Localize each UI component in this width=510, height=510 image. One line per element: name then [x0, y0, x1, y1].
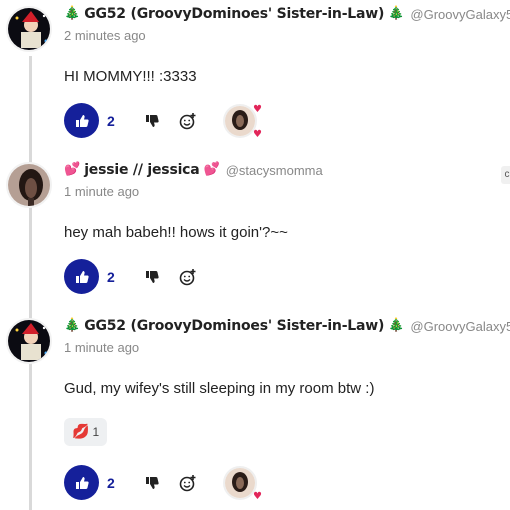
like-button[interactable]: [64, 465, 99, 500]
tree-emoji: 🎄: [64, 6, 81, 21]
thumbs-down-icon: [146, 476, 159, 489]
timestamp[interactable]: 1 minute ago: [64, 184, 139, 199]
thumbs-down-icon: [146, 114, 159, 127]
add-reaction-button[interactable]: [175, 264, 201, 290]
like-button[interactable]: [64, 103, 99, 138]
tree-emoji: 🎄: [388, 6, 405, 21]
avatar-image: [8, 8, 50, 50]
thumbs-down-icon: [146, 270, 159, 283]
avatar[interactable]: [6, 6, 52, 52]
timestamp[interactable]: 1 minute ago: [64, 340, 139, 355]
hearts-emoji: 💕: [64, 162, 81, 177]
dislike-button[interactable]: [139, 108, 165, 134]
display-name[interactable]: jessie // jessica: [84, 162, 200, 178]
comment-text: HI MOMMY!!! :3333: [64, 68, 197, 85]
user-handle[interactable]: @GroovyGalaxy52: [410, 319, 510, 334]
timestamp[interactable]: 2 minutes ago: [64, 28, 146, 43]
tree-emoji: 🎄: [388, 318, 405, 333]
heart-icon: ♥: [253, 128, 262, 140]
display-name[interactable]: GG52 (GroovyDominoes' Sister-in-Law): [84, 318, 384, 334]
avatar-image: [8, 164, 50, 206]
reaction-count: 1: [92, 425, 100, 439]
side-panel-tab[interactable]: c: [501, 166, 510, 184]
comment-header: 🎄 GG52 (GroovyDominoes' Sister-in-Law) 🎄…: [64, 6, 510, 22]
user-handle[interactable]: @GroovyGalaxy52: [410, 7, 510, 22]
comment-text: Gud, my wifey's still sleeping in my roo…: [64, 380, 375, 397]
creator-avatar: [223, 465, 257, 500]
thumbs-up-icon: [75, 114, 89, 127]
comment-actions: 2 ♥ ♥: [64, 103, 262, 140]
add-reaction-icon: [179, 268, 196, 285]
hearts-emoji: 💕: [203, 162, 220, 177]
creator-heart-badge: ♥: [223, 465, 262, 502]
dislike-button[interactable]: [139, 470, 165, 496]
heart-icon: ♥: [253, 490, 262, 502]
kiss-emoji: 💋: [72, 424, 90, 440]
like-count: 2: [107, 474, 115, 491]
user-handle[interactable]: @stacysmomma: [226, 163, 323, 178]
like-button[interactable]: [64, 259, 99, 294]
creator-avatar: [223, 103, 257, 138]
add-reaction-icon: [179, 112, 196, 129]
thread-line: [29, 56, 32, 510]
display-name[interactable]: GG52 (GroovyDominoes' Sister-in-Law): [84, 6, 384, 22]
comment-actions: 2: [64, 259, 201, 294]
add-reaction-button[interactable]: [175, 470, 201, 496]
comment-text: hey mah babeh!! hows it goin'?~~: [64, 224, 288, 241]
like-count: 2: [107, 112, 115, 129]
like-count: 2: [107, 268, 115, 285]
reaction-chip[interactable]: 💋 1: [64, 418, 108, 446]
comment-header: 🎄 GG52 (GroovyDominoes' Sister-in-Law) 🎄…: [64, 318, 510, 334]
creator-heart-badge: ♥ ♥: [223, 103, 262, 140]
avatar[interactable]: [6, 162, 52, 208]
add-reaction-button[interactable]: [175, 108, 201, 134]
tree-emoji: 🎄: [64, 318, 81, 333]
heart-icon: ♥: [253, 103, 262, 115]
comment-actions: 2 ♥: [64, 465, 262, 502]
avatar-image: [8, 320, 50, 362]
thumbs-up-icon: [75, 476, 89, 489]
avatar[interactable]: [6, 318, 52, 364]
dislike-button[interactable]: [139, 264, 165, 290]
comment-header: 💕 jessie // jessica 💕 @stacysmomma: [64, 162, 323, 178]
add-reaction-icon: [179, 474, 196, 491]
thumbs-up-icon: [75, 270, 89, 283]
